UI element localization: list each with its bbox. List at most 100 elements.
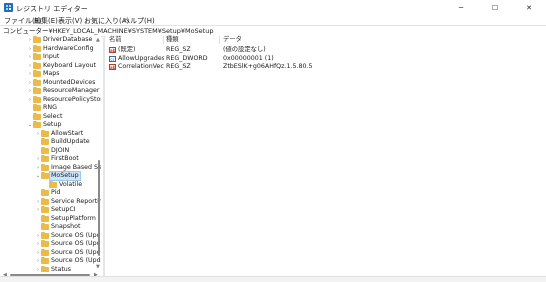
folder-icon: [41, 231, 49, 239]
minimize-button[interactable]: ─: [444, 0, 478, 16]
tree-node[interactable]: › Status: [0, 265, 100, 273]
folder-icon: [33, 95, 41, 103]
tree-node[interactable]: › SetupCI: [0, 206, 100, 214]
column-header-type[interactable]: 種類: [166, 36, 179, 44]
tree-node-label: ResourceManager: [43, 87, 100, 94]
address-path[interactable]: コンピューター¥HKEY_LOCAL_MACHINE¥SYSTEM¥Setup¥…: [3, 27, 213, 36]
tree-node[interactable]: ›Source OS (Updat: [0, 231, 101, 240]
tree-node-label: Select: [43, 112, 63, 120]
tree-node-label: MountedDevices: [43, 78, 96, 86]
tree-node-label: Service Reporting: [51, 197, 101, 205]
tree-node-label: Status: [51, 265, 72, 273]
registry-tree[interactable]: › DriverDatabase › HardwareConfig › Input › Key…: [0, 36, 101, 272]
tree-node[interactable]: ›Service Reporting: [0, 197, 101, 206]
tree-node-label: Input: [43, 53, 60, 60]
folder-icon: [33, 53, 41, 60]
tree-node-label: SetupCI: [51, 206, 76, 213]
tree-node-label: ResourcePolicyStore: [43, 95, 101, 103]
tree-node-label: FirstBoot: [51, 155, 79, 162]
folder-icon: [41, 189, 49, 196]
tree-node[interactable]: RNG: [0, 104, 100, 112]
folder-icon: [33, 61, 41, 69]
tree-node[interactable]: › ResourcePolicyStore: [0, 95, 101, 104]
tree-node[interactable]: Select: [0, 112, 100, 121]
folder-icon: [33, 87, 41, 94]
folder-icon: [41, 197, 49, 205]
value-row[interactable]: 01AllowUpgrades...REG_DWORD 0x00000001 (1…: [106, 55, 546, 63]
tree-node[interactable]: ›Source OS (Updat: [0, 257, 101, 265]
maximize-icon: ☐: [491, 4, 499, 12]
value-data: 0x00000001 (1): [223, 54, 274, 62]
column-divider[interactable]: [219, 36, 220, 44]
folder-icon: [33, 44, 41, 52]
tree-node[interactable]: Snapshot: [0, 223, 100, 231]
folder-icon: [41, 206, 49, 213]
tree-node[interactable]: › Keyboard Layout: [0, 61, 100, 70]
tree-node-label: Keyboard Layout: [43, 61, 97, 69]
maximize-button[interactable]: ☐: [478, 0, 512, 16]
value-data: (値の設定なし): [223, 46, 266, 53]
values-list[interactable]: 名前 種類 データ ab (既定) REG_SZ (値の設定なし) 01 AllowUpg…: [106, 36, 546, 276]
folder-icon: [41, 146, 49, 154]
tree-node[interactable]: ›Image Based Setu: [0, 163, 101, 172]
tree-node-label: Source OS (Updat: [51, 231, 101, 239]
tree-node-label: RNG: [43, 104, 57, 111]
tree-node[interactable]: SetupPlatform: [0, 214, 100, 223]
tree-node[interactable]: › ResourceManager: [0, 87, 100, 95]
tree-node-label: MoSetup: [49, 171, 81, 181]
value-name: (既定): [118, 46, 136, 53]
tree-node[interactable]: ⌄ Setup: [0, 121, 100, 129]
pane-splitter[interactable]: [103, 36, 105, 276]
value-type: REG_SZ: [166, 63, 191, 70]
tree-node[interactable]: Pid: [0, 189, 100, 197]
column-header-data[interactable]: データ: [223, 36, 242, 44]
folder-icon: [33, 70, 41, 77]
tree-node[interactable]: DJOIN: [0, 146, 100, 155]
tree-node-label: SetupPlatform: [51, 214, 96, 222]
column-divider[interactable]: [163, 36, 164, 44]
tree-node-label: Source OS (Updat: [51, 257, 101, 264]
folder-icon: [41, 163, 49, 171]
folder-icon: [41, 214, 49, 222]
tree-node-label: Source OS (Updat: [51, 240, 101, 247]
tree-node-label: Snapshot: [51, 223, 81, 230]
folder-icon: [33, 78, 41, 86]
tree-node-label: Pid: [51, 189, 61, 196]
title-bar: レジストリ エディター ─ ☐ ✕: [0, 0, 546, 16]
tree-node[interactable]: › Input: [0, 53, 100, 61]
folder-icon: [33, 104, 41, 111]
tree-node[interactable]: › AllowStart: [0, 129, 100, 138]
tree-node[interactable]: › Maps: [0, 70, 100, 78]
tree-node-label: Image Based Setu: [51, 163, 101, 171]
tree-vertical-scroll-thumb[interactable]: [98, 160, 100, 256]
close-button[interactable]: ✕: [512, 0, 546, 16]
tree-scroll-down-icon[interactable]: ▼: [96, 264, 102, 270]
window-title: レジストリ エディター: [16, 5, 88, 13]
folder-icon: [41, 265, 49, 272]
tree-node[interactable]: BuildUpdate: [0, 138, 100, 146]
tree-scroll-up-icon[interactable]: ▲: [96, 37, 102, 43]
folder-icon: [33, 112, 41, 120]
tree-node[interactable]: ⌄ MoSetup: [0, 171, 100, 181]
folder-icon: [41, 223, 49, 230]
tree-node[interactable]: › FirstBoot: [0, 155, 100, 163]
folder-icon: [49, 180, 57, 188]
value-row[interactable]: abCorrelationVectorREG_SZ ZtbESlK+g06AHfQ…: [106, 63, 546, 71]
tree-node[interactable]: Volatile: [0, 180, 100, 189]
folder-icon: [41, 155, 49, 162]
folder-icon: [41, 138, 49, 145]
tree-node[interactable]: › HardwareConfig: [0, 44, 100, 53]
tree-node-label: DriverDatabase: [43, 36, 93, 43]
folder-icon: [41, 257, 49, 264]
value-type: REG_DWORD: [166, 54, 208, 62]
tree-node-label: Setup: [43, 121, 62, 128]
tree-node[interactable]: › MountedDevices: [0, 78, 100, 87]
column-header-name[interactable]: 名前: [109, 36, 122, 44]
tree-node-label: DJOIN: [51, 146, 70, 154]
folder-icon: [33, 121, 41, 128]
tree-node-label: Volatile: [59, 180, 83, 188]
tree-node[interactable]: › DriverDatabase: [0, 36, 100, 44]
tree-node[interactable]: ›Source OS (Updat: [0, 248, 101, 257]
value-row[interactable]: ab (既定) REG_SZ (値の設定なし): [106, 46, 546, 54]
tree-node[interactable]: ›Source OS (Updat: [0, 240, 101, 248]
